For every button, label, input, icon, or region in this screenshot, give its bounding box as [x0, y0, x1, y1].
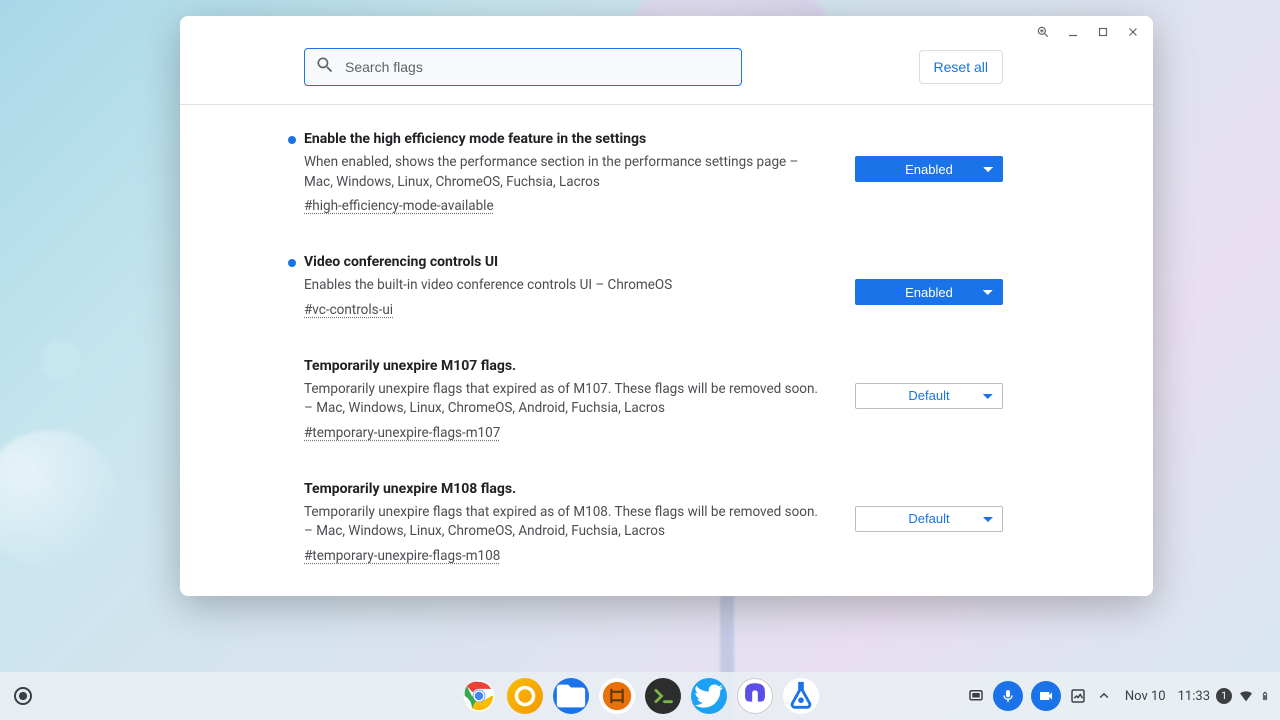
- chrome-icon[interactable]: [461, 678, 497, 714]
- flag-state-select[interactable]: DefaultEnabledDisabled: [855, 383, 1003, 409]
- flag-row: Enable the high efficiency mode feature …: [304, 131, 1003, 214]
- flag-select-wrap: DefaultEnabledDisabled: [855, 380, 1003, 412]
- battery-icon: [1260, 687, 1270, 705]
- wallpaper-blob: [0, 430, 120, 570]
- system-tray[interactable]: Nov 10 11:33 1: [967, 681, 1270, 711]
- cast-icon[interactable]: [967, 687, 985, 705]
- search-box[interactable]: [304, 48, 742, 86]
- twitter-icon[interactable]: [691, 678, 727, 714]
- flag-row: Temporarily unexpire M108 flags. Temporar…: [304, 481, 1003, 564]
- mic-button[interactable]: [993, 681, 1023, 711]
- app-icon[interactable]: [599, 678, 635, 714]
- flag-text: Temporarily unexpire M107 flags. Temporar…: [304, 358, 827, 441]
- shelf: Nov 10 11:33 1: [0, 672, 1280, 720]
- flag-select-wrap: DefaultEnabledDisabled: [855, 276, 1003, 308]
- chevron-up-icon[interactable]: [1095, 687, 1113, 705]
- flag-state-select[interactable]: DefaultEnabledDisabled: [855, 506, 1003, 532]
- modified-dot-icon: [288, 259, 296, 267]
- flag-description: When enabled, shows the performance sect…: [304, 153, 824, 192]
- window-titlebar: [180, 16, 1153, 48]
- tray-date: Nov 10: [1125, 689, 1166, 704]
- flag-title: Enable the high efficiency mode feature …: [304, 131, 827, 147]
- flag-anchor-link[interactable]: #temporary-unexpire-flags-m107: [304, 425, 827, 441]
- wifi-icon: [1238, 687, 1254, 705]
- flag-text: Temporarily unexpire M108 flags. Temporar…: [304, 481, 827, 564]
- flag-select-wrap: DefaultEnabledDisabled: [855, 503, 1003, 535]
- flag-text: Enable the high efficiency mode feature …: [304, 131, 827, 214]
- flag-anchor-link[interactable]: #high-efficiency-mode-available: [304, 198, 827, 214]
- zoom-icon[interactable]: [1035, 24, 1051, 40]
- flags-window: Reset all Enable the high efficiency mod…: [180, 16, 1153, 596]
- flag-title: Video conferencing controls UI: [304, 254, 827, 270]
- search-row: Reset all: [180, 48, 1153, 105]
- flag-title: Temporarily unexpire M108 flags.: [304, 481, 827, 497]
- launcher-button[interactable]: [14, 687, 32, 705]
- maximize-button[interactable]: [1095, 24, 1111, 40]
- flag-text: Video conferencing controls UI Enables th…: [304, 254, 827, 318]
- shelf-pinned-apps: [461, 678, 819, 714]
- flag-state-select[interactable]: DefaultEnabledDisabled: [855, 156, 1003, 182]
- flag-row: Video conferencing controls UI Enables th…: [304, 254, 1003, 318]
- app-icon[interactable]: [507, 678, 543, 714]
- flag-description: Temporarily unexpire flags that expired …: [304, 503, 824, 542]
- flag-title: Temporarily unexpire M107 flags.: [304, 358, 827, 374]
- flags-list[interactable]: Enable the high efficiency mode feature …: [180, 105, 1153, 596]
- flag-anchor-link[interactable]: #temporary-unexpire-flags-m108: [304, 548, 827, 564]
- minimize-button[interactable]: [1065, 24, 1081, 40]
- wallpaper-icon[interactable]: [1069, 687, 1087, 705]
- terminal-icon[interactable]: [645, 678, 681, 714]
- flask-icon[interactable]: [783, 678, 819, 714]
- notification-badge[interactable]: 1: [1216, 688, 1232, 704]
- close-button[interactable]: [1125, 24, 1141, 40]
- flag-state-select[interactable]: DefaultEnabledDisabled: [855, 279, 1003, 305]
- flag-row: Temporarily unexpire M107 flags. Temporar…: [304, 358, 1003, 441]
- flag-description: Enables the built-in video conference co…: [304, 276, 824, 296]
- files-icon[interactable]: [553, 678, 589, 714]
- flag-description: Temporarily unexpire flags that expired …: [304, 380, 824, 419]
- camera-button[interactable]: [1031, 681, 1061, 711]
- search-icon: [315, 55, 335, 79]
- flag-select-wrap: DefaultEnabledDisabled: [855, 153, 1003, 185]
- tray-time: 11:33: [1178, 689, 1210, 704]
- mastodon-icon[interactable]: [737, 678, 773, 714]
- wallpaper-blob: [40, 340, 80, 380]
- reset-all-button[interactable]: Reset all: [919, 50, 1003, 84]
- search-input[interactable]: [345, 59, 731, 75]
- modified-dot-icon: [288, 136, 296, 144]
- flag-anchor-link[interactable]: #vc-controls-ui: [304, 302, 827, 318]
